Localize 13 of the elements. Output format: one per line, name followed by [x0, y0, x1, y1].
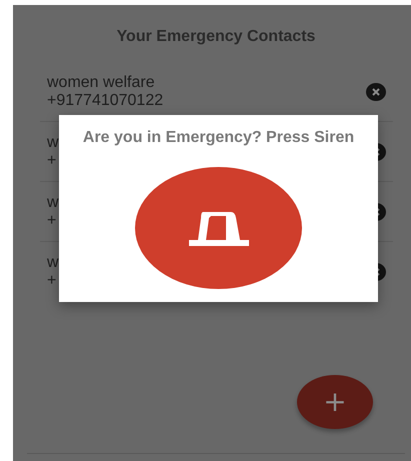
contact-name: women welfare — [47, 74, 156, 92]
contact-phone: + — [47, 212, 58, 230]
contact-phone: + — [47, 272, 58, 290]
contact-name: w — [47, 134, 59, 152]
add-button[interactable]: + — [297, 375, 373, 429]
contact-name: w — [47, 254, 59, 272]
contact-phone: +917741070122 — [47, 92, 164, 110]
dialog-title: Are you in Emergency? Press Siren — [82, 129, 354, 147]
contact-name: w — [47, 194, 59, 212]
contact-phone: + — [47, 152, 58, 170]
remove-icon[interactable] — [366, 82, 386, 100]
siren-icon — [188, 210, 248, 246]
screen-title: Your Emergency Contacts — [116, 27, 316, 47]
